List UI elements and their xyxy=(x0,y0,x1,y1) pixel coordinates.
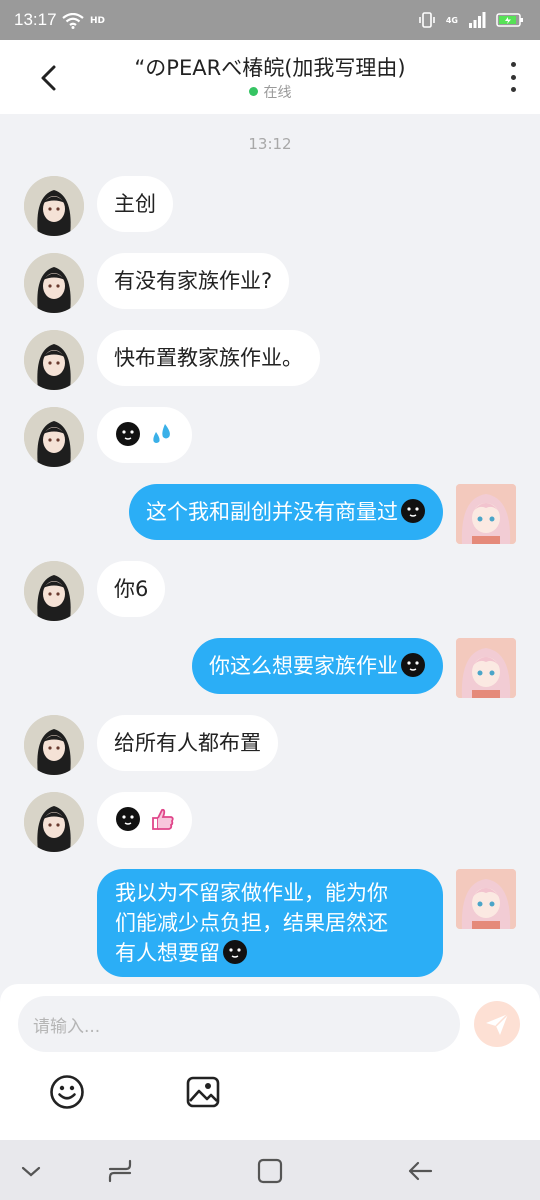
online-status-label: 在线 xyxy=(263,85,292,101)
paper-plane-icon xyxy=(486,1013,509,1035)
black-face-icon xyxy=(401,653,425,677)
message-text: 这个我和副创并没有商量过 xyxy=(146,500,398,524)
home-square-icon xyxy=(257,1158,283,1184)
avatar[interactable] xyxy=(24,253,84,313)
battery-icon xyxy=(496,13,523,27)
nav-back-button[interactable] xyxy=(406,1157,434,1185)
system-nav-bar xyxy=(0,1140,540,1200)
message-input-placeholder: 请输入... xyxy=(33,1017,101,1037)
message-input[interactable]: 请输入... xyxy=(18,996,460,1052)
black-face-icon xyxy=(223,940,247,964)
avatar[interactable] xyxy=(24,407,84,467)
image-icon xyxy=(186,1076,220,1108)
avatar[interactable] xyxy=(456,484,516,544)
message-bubble[interactable]: 这个我和副创并没有商量过 xyxy=(129,484,443,540)
message-line: 有人想要留 xyxy=(115,941,220,965)
message-bubble[interactable]: 我以为不留家做作业，能为你 们能减少点负担，结果居然还 有人想要留 xyxy=(97,869,443,977)
signal-icon xyxy=(469,12,486,28)
black-face-icon xyxy=(116,807,140,831)
more-vertical-icon xyxy=(510,62,516,67)
message-bubble[interactable] xyxy=(97,792,192,848)
message-bubble[interactable]: 主创 xyxy=(97,176,173,232)
message-composer: 请输入... xyxy=(0,984,540,1140)
chevron-down-icon xyxy=(21,1166,41,1177)
status-time: 13:17 xyxy=(14,10,57,29)
send-button[interactable] xyxy=(474,1001,520,1047)
black-face-icon xyxy=(401,499,425,523)
network-label: 4G xyxy=(445,15,458,25)
status-bar: 13:17 HD 4G xyxy=(0,0,540,40)
recents-icon xyxy=(108,1159,132,1183)
sweat-drops-icon xyxy=(153,424,170,443)
black-face-icon xyxy=(116,422,140,446)
nav-hide-button[interactable] xyxy=(17,1157,45,1185)
avatar[interactable] xyxy=(456,638,516,698)
avatar[interactable] xyxy=(24,330,84,390)
message-bubble[interactable]: 你这么想要家族作业 xyxy=(192,638,443,694)
image-button[interactable] xyxy=(185,1074,221,1110)
more-button[interactable] xyxy=(506,62,520,92)
hd-badge: HD xyxy=(90,15,106,26)
nav-home-button[interactable] xyxy=(256,1157,284,1185)
message-list[interactable]: 13:12 主创 有没有家族作业? 快布置教家族作业。 这个我和副创并没有商量过… xyxy=(0,114,540,984)
chat-title: “のPEARべ椿皖(加我写理由) xyxy=(134,56,406,80)
avatar[interactable] xyxy=(24,176,84,236)
online-status: 在线 xyxy=(0,82,540,102)
avatar[interactable] xyxy=(24,792,84,852)
chat-header: “のPEARべ椿皖(加我写理由) 在线 xyxy=(0,40,540,114)
online-dot xyxy=(248,87,258,96)
message-line: 我以为不留家做作业，能为你 xyxy=(115,881,388,905)
message-bubble[interactable]: 有没有家族作业? xyxy=(97,253,290,309)
message-bubble[interactable]: 快布置教家族作业。 xyxy=(97,330,320,386)
thumbs-up-icon xyxy=(151,808,174,830)
smiley-icon xyxy=(50,1075,84,1109)
wifi-icon xyxy=(62,13,84,29)
vibrate-icon xyxy=(419,12,435,28)
message-text: 你这么想要家族作业 xyxy=(209,654,398,678)
avatar[interactable] xyxy=(24,561,84,621)
message-timestamp: 13:12 xyxy=(248,135,292,153)
nav-recents-button[interactable] xyxy=(106,1157,134,1185)
avatar[interactable] xyxy=(456,869,516,929)
message-bubble[interactable]: 给所有人都布置 xyxy=(97,715,278,771)
message-bubble[interactable] xyxy=(97,407,192,463)
message-bubble[interactable]: 你6 xyxy=(97,561,166,617)
message-line: 们能减少点负担，结果居然还 xyxy=(115,911,388,935)
back-arrow-icon xyxy=(408,1161,433,1181)
emoji-button[interactable] xyxy=(49,1074,85,1110)
avatar[interactable] xyxy=(24,715,84,775)
